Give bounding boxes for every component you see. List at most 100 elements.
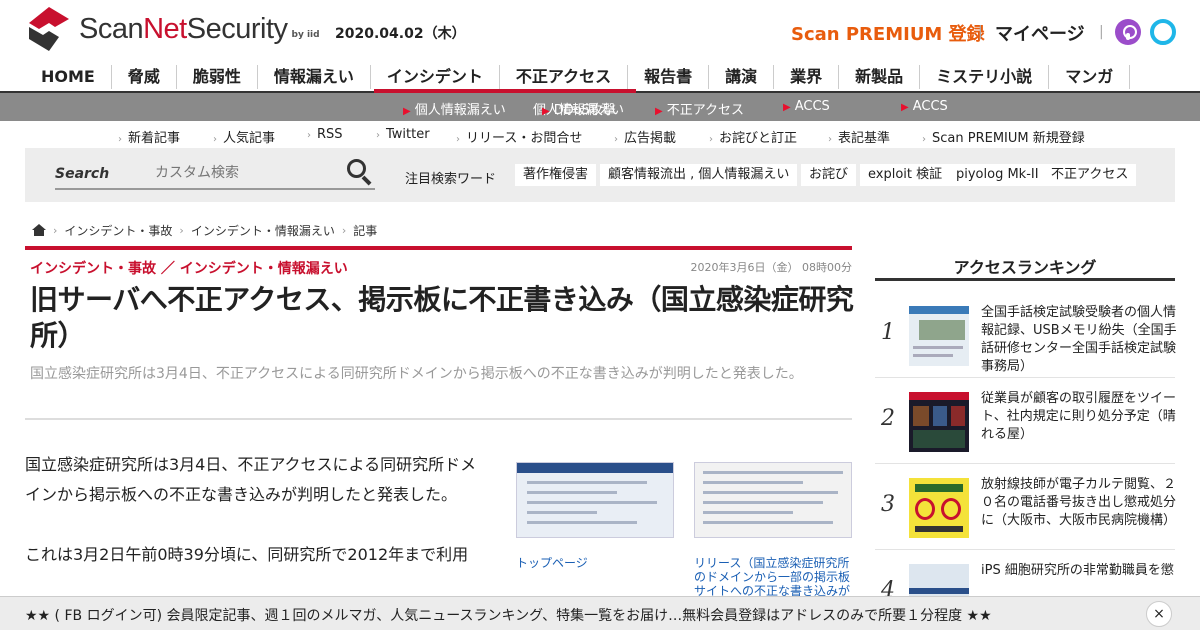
search-input[interactable] [155, 160, 335, 186]
search-icon-handle [361, 175, 372, 186]
keyword-tag[interactable]: お詫び [801, 164, 857, 186]
ranking-title: 全国手話検定試験受験者の個人情報記録、USBメモリ紛失（全国手話研修センター全国… [981, 305, 1177, 374]
header-separator: | [1099, 24, 1104, 40]
keyword-tag[interactable]: piyolog Mk-II [948, 164, 1047, 186]
article-paragraph: これは3月2日午前0時39分頃に、同研究所で2012年まで利用 [25, 545, 469, 564]
subnav-item-personal-info-leak[interactable]: ▶ 個人情報漏えい [403, 99, 506, 118]
chevron-right-icon: › [307, 130, 311, 141]
article-paragraph: 国立感染症研究所は3月4日、不正アクセスによる同研究所ドメインから掲示板への不正… [25, 455, 477, 504]
nav-item-vulnerability[interactable]: 脆弱性 [177, 65, 258, 89]
chevron-right-icon: › [341, 223, 347, 237]
site-header: ScanNetSecurity by iid 2020.04.02（木） Sca… [0, 0, 1200, 62]
logo-mark-icon [29, 7, 69, 51]
article-lead: 国立感染症研究所は3月4日、不正アクセスによる同研究所ドメインから掲示板への不正… [30, 366, 803, 382]
sub-nav: ▶ 個人情報漏えい 個人情報漏えい ▶ DDoS攻撃 ▶ 不正アクセス ▶ ACCS ▶… [0, 93, 1200, 121]
keyword-tag[interactable]: exploit 検証 [860, 164, 951, 186]
ranking-title: 放射線技師が電子カルテ閲覧、２０名の電話番号抜き出し懲戒処分に（大阪市、大阪市民… [981, 477, 1177, 528]
nav-item-industry[interactable]: 業界 [774, 65, 840, 89]
link-rss[interactable]: › RSS [307, 127, 343, 142]
header-separator: | [978, 24, 983, 40]
arrow-right-icon: ▶ [542, 106, 550, 117]
search-label: Search [55, 166, 110, 182]
ranking-thumbnail [909, 392, 969, 452]
arrow-right-icon: ▶ [901, 102, 909, 113]
article-body: 国立感染症研究所は3月4日、不正アクセスによる同研究所ドメインから掲示板への不正… [25, 450, 490, 600]
nav-item-home[interactable]: HOME [25, 65, 112, 89]
ranking-thumbnail [909, 478, 969, 538]
logo-text: ScanNetSecurity [79, 12, 288, 45]
article-image[interactable] [694, 462, 852, 538]
keyword-tag[interactable]: 顧客情報流出 , 個人情報漏えい [600, 164, 798, 186]
mypage-link[interactable]: マイページ [995, 20, 1085, 46]
podcast-icon[interactable] [1115, 19, 1141, 45]
nav-item-mystery-novel[interactable]: ミステリ小説 [920, 65, 1050, 89]
close-icon[interactable]: × [1146, 601, 1172, 627]
rank-number: 3 [881, 492, 895, 517]
article-top-rule [25, 246, 852, 250]
nav-item-incident[interactable]: インシデント [371, 65, 500, 89]
breadcrumb-item[interactable]: インシデント・情報漏えい [191, 222, 335, 239]
article-image[interactable] [516, 462, 674, 538]
article-category[interactable]: インシデント・事故 ／ インシデント・情報漏えい [30, 258, 348, 278]
subnav-item-accs[interactable]: ▶ ACCS [783, 99, 830, 114]
article-divider [25, 418, 852, 420]
subnav-item-ddos[interactable]: ▶ DDoS攻撃 [542, 99, 616, 118]
link-popular-articles[interactable]: › 人気記事 [213, 127, 275, 146]
ranking-heading: アクセスランキング [953, 258, 1097, 277]
link-new-articles[interactable]: › 新着記事 [118, 127, 180, 146]
link-notation-standards[interactable]: › 表記基準 [828, 127, 890, 146]
search-panel: Search 注目検索ワード 著作権侵害 顧客情報流出 , 個人情報漏えい お詫… [25, 148, 1175, 202]
premium-register-link[interactable]: Scan PREMIUM 登録 [791, 20, 985, 46]
keyword-tag[interactable]: 著作権侵害 [515, 164, 597, 186]
site-logo[interactable]: ScanNetSecurity by iid [25, 5, 320, 53]
nav-item-lecture[interactable]: 講演 [709, 65, 775, 89]
nav-item-threat[interactable]: 脅威 [112, 65, 177, 89]
link-premium-signup[interactable]: › Scan PREMIUM 新規登録 [922, 127, 1085, 146]
breadcrumb-item[interactable]: インシデント・事故 [64, 222, 172, 239]
header-date: 2020.04.02（木） [335, 26, 466, 42]
nav-item-manga[interactable]: マンガ [1049, 65, 1131, 89]
link-advertising[interactable]: › 広告掲載 [614, 127, 676, 146]
link-twitter[interactable]: › Twitter [376, 127, 430, 142]
article-image-caption[interactable]: トップページ [516, 556, 676, 570]
chevron-right-icon: › [118, 134, 122, 145]
subnav-item-accs[interactable]: ▶ ACCS [901, 99, 948, 114]
nav-item-new-product[interactable]: 新製品 [839, 65, 921, 89]
nav-item-report[interactable]: 報告書 [628, 65, 710, 89]
chevron-right-icon: › [828, 134, 832, 145]
ring-icon[interactable] [1150, 19, 1176, 45]
ranking-item[interactable]: 1 全国手話検定試験受験者の個人情報記録、USBメモリ紛失（全国手話研修センター… [875, 292, 1177, 378]
search-underline [55, 188, 375, 190]
trending-keywords-label: 注目検索ワード [405, 172, 497, 187]
nav-item-unauthorized-access[interactable]: 不正アクセス [500, 65, 629, 89]
home-icon[interactable] [32, 224, 46, 236]
search-button[interactable] [345, 158, 373, 186]
utility-links: › 新着記事 › 人気記事 › RSS › Twitter › リリース・お問合せ › 広告… [0, 124, 1200, 146]
chevron-right-icon: › [456, 134, 460, 145]
ranking-heading-rule [875, 278, 1175, 281]
ranking-item[interactable]: 3 放射線技師が電子カルテ閲覧、２０名の電話番号抜き出し懲戒処分に（大阪市、大阪… [875, 464, 1177, 550]
article-date: 2020年3月6日（金） 08時00分 [690, 261, 852, 274]
article-title: 旧サーバへ不正アクセス、掲示板に不正書き込み（国立感染症研究所） [30, 283, 854, 352]
banner-text: ★★ ( FB ログイン可) 会員限定記事、週１回のメルマガ、人気ニュースランキ… [25, 608, 992, 624]
ranking-thumbnail [909, 306, 969, 366]
logo-byiid: by iid [291, 30, 320, 40]
article-image-caption[interactable]: リリース（国立感染症研究所のドメインから一部の掲示板サイトへの不正な書き込みが [694, 556, 854, 596]
link-release-contact[interactable]: › リリース・お問合せ [456, 127, 582, 146]
ranking-item[interactable]: 2 従業員が顧客の取引履歴をツイート、社内規定に則り処分予定（晴れる屋） [875, 378, 1177, 464]
member-banner[interactable]: ★★ ( FB ログイン可) 会員限定記事、週１回のメルマガ、人気ニュースランキ… [0, 596, 1200, 630]
rank-number: 2 [881, 406, 895, 431]
ranking-title: 従業員が顧客の取引履歴をツイート、社内規定に則り処分予定（晴れる屋） [981, 391, 1177, 442]
nav-item-leak[interactable]: 情報漏えい [258, 65, 371, 89]
arrow-right-icon: ▶ [655, 106, 663, 117]
chevron-right-icon: › [376, 130, 380, 141]
link-corrections[interactable]: › お詫びと訂正 [709, 127, 797, 146]
subnav-item-unauthorized-access[interactable]: ▶ 不正アクセス [655, 99, 744, 118]
chevron-right-icon: › [179, 223, 184, 237]
rank-number: 1 [881, 320, 895, 345]
keyword-tag[interactable]: 不正アクセス [1043, 164, 1137, 186]
arrow-right-icon: ▶ [783, 102, 791, 113]
chevron-right-icon: › [709, 134, 713, 145]
breadcrumb-current: 記事 [353, 223, 378, 238]
chevron-right-icon: › [614, 134, 618, 145]
